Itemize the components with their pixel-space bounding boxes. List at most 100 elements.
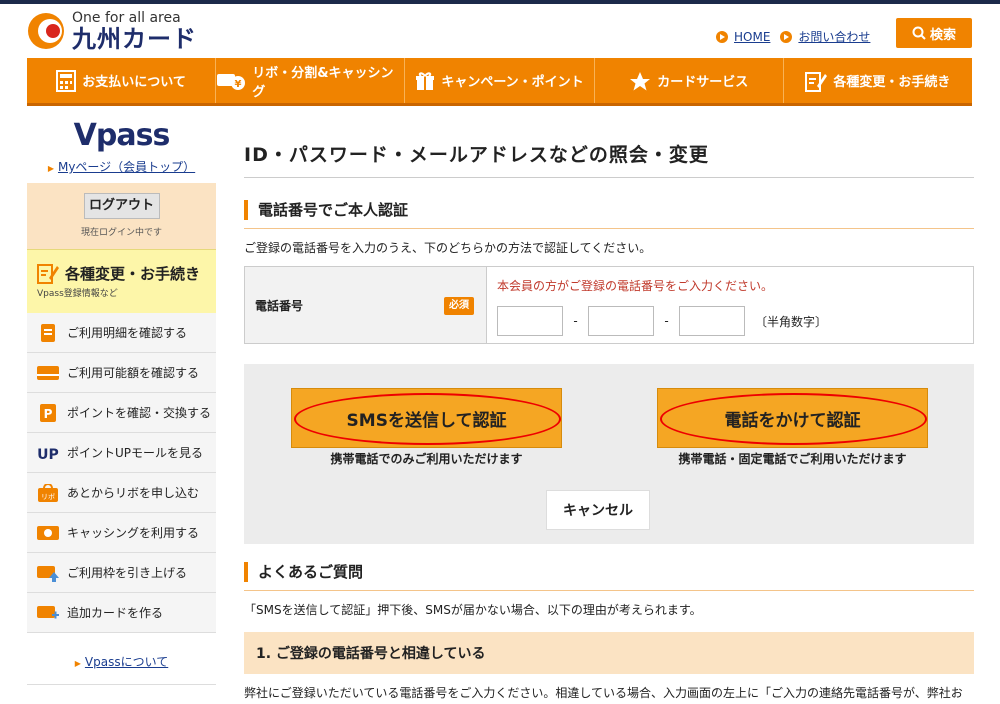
vpass-logo-text: Vpass [73,118,171,153]
revo-icon: リボ [37,483,59,502]
limit-up-icon [37,564,59,582]
highlight-ring [660,393,927,445]
edit-icon [805,71,828,92]
sidebar-item-label: 追加カードを作る [67,606,164,620]
sidebar-item-upmall[interactable]: UP ポイントUPモールを見る [27,433,216,473]
procedures-sub: Vpass登録情報など [37,289,118,299]
points-icon: P [37,403,59,422]
sidebar-item-label: ご利用可能額を確認する [67,366,200,380]
arrow-circle-icon [780,30,793,43]
calculator-icon [56,69,77,92]
up-icon: UP [37,444,59,462]
sms-caption: 携帯電話でのみご利用いただけます [330,452,523,466]
faq-description: 「SMSを送信して認証」押下後、SMSが届かない場合、以下の理由が考えられます。 [244,603,702,617]
phone-label-cell: 電話番号 必須 [245,267,487,343]
logout-box: ログアウト 現在ログイン中です [27,183,216,249]
gift-icon [416,71,435,90]
call-auth-button[interactable]: 電話をかけて認証 [657,388,928,448]
global-nav: お支払いについて ¥ リボ・分割&キャッシング キャンペーン・ポイント カードサ… [27,58,972,106]
nav-campaign-label: キャンペーン・ポイント [441,75,584,90]
sidebar-item-available[interactable]: ご利用可能額を確認する [27,353,216,393]
main-content: ID・パスワード・メールアドレスなどの照会・変更 電話番号でご本人認証 ご登録の… [244,140,974,704]
sidebar-item-cashing[interactable]: キャッシングを利用する [27,513,216,553]
section-description: ご登録の電話番号を入力のうえ、下のどちらかの方法で認証してください。 [244,241,652,255]
svg-text:リボ: リボ [41,493,55,501]
sidebar-item-label: キャッシングを利用する [67,526,200,540]
nav-procedures[interactable]: 各種変更・お手続き [784,58,972,103]
sidebar: Vpass ▶ Myページ（会員トップ） ログアウト 現在ログイン中です 各種変更… [27,118,216,685]
phone-input-cell: 本会員の方がご登録の電話番号をご入力ください。 - - 〔半角数字〕 [487,267,973,343]
sidebar-item-add-card[interactable]: 追加カードを作る [27,593,216,633]
phone-input-3[interactable] [679,306,745,336]
phone-form: 電話番号 必須 本会員の方がご登録の電話番号をご入力ください。 - - 〔半角数… [244,266,974,344]
dash: - [664,314,669,328]
mypage-link-wrap: ▶ Myページ（会員トップ） [47,160,196,174]
brand-mark-icon [26,11,66,51]
sidebar-item-revo[interactable]: リボ あとからリボを申し込む [27,473,216,513]
contact-link[interactable]: お問い合わせ [798,28,870,45]
statement-icon [37,323,59,342]
arrow-circle-icon [716,30,728,43]
site-header: One for all area 九州カード HOME お問い合わせ 検索 [0,4,1000,56]
sidebar-item-label: ポイントUPモールを見る [67,446,204,460]
edit-icon [37,264,59,284]
svg-text:UP: UP [37,447,59,460]
nav-payment[interactable]: お支払いについて [27,58,217,103]
auth-box: SMSを送信して認証 携帯電話でのみご利用いただけます 電話をかけて認証 携帯電… [244,364,974,544]
section-heading: 電話番号でご本人認証 [244,200,974,220]
required-badge: 必須 [444,297,474,315]
nav-revo-label: リボ・分割&キャッシング [252,65,394,100]
sms-auth-button[interactable]: SMSを送信して認証 [291,388,562,448]
sidebar-item-label: ポイントを確認・交換する [67,406,212,420]
highlight-ring [294,393,561,445]
call-caption: 携帯電話・固定電話でご利用いただけます [678,452,907,466]
wallet-icon: ¥ [217,73,246,90]
phone-input-1[interactable] [497,306,563,336]
card-icon [37,364,59,382]
sidebar-item-label: ご利用明細を確認する [67,326,188,340]
add-card-icon [37,604,59,622]
nav-card-service[interactable]: カードサービス [595,58,784,103]
nav-revo[interactable]: ¥ リボ・分割&キャッシング [216,58,406,103]
nav-payment-label: お支払いについて [82,75,186,90]
header-links: HOME お問い合わせ [716,28,880,45]
cancel-button[interactable]: キャンセル [546,490,650,530]
procedures-box[interactable]: 各種変更・お手続き Vpass登録情報など [27,249,216,313]
search-label: 検索 [929,27,956,43]
phone-label: 電話番号 [255,298,304,313]
hankaku-note: 〔半角数字〕 [755,314,828,329]
procedures-title: 各種変更・お手続き [65,264,201,283]
dash: - [573,314,578,328]
sidebar-item-points[interactable]: P ポイントを確認・交換する [27,393,216,433]
star-icon [630,71,651,90]
cashing-icon [37,524,59,542]
about-vpass-link[interactable]: Vpassについて [85,655,168,669]
phone-note: 本会員の方がご登録の電話番号をご入力ください。 [497,279,774,293]
nav-procedures-label: 各種変更・お手続き [833,75,951,90]
faq-heading: よくあるご質問 [244,562,974,582]
search-button[interactable]: 検索 [896,18,972,48]
search-icon [912,26,926,40]
faq-item[interactable]: 1. ご登録の電話番号と相違している [244,632,974,674]
svg-text:P: P [44,407,53,421]
vpass-logo[interactable]: Vpass [27,118,216,153]
login-status: 現在ログイン中です [80,228,162,238]
sidebar-item-statement[interactable]: ご利用明細を確認する [27,313,216,353]
mypage-link[interactable]: Myページ（会員トップ） [58,160,195,174]
sidebar-item-label: あとからリボを申し込む [67,486,200,500]
nav-campaign[interactable]: キャンペーン・ポイント [405,58,595,103]
home-link[interactable]: HOME [734,30,770,44]
brand-logo[interactable]: One for all area 九州カード [26,10,197,52]
page-title: ID・パスワード・メールアドレスなどの照会・変更 [244,140,974,178]
brand-main: 九州カード [72,25,197,53]
faq-answer: 弊社にご登録いただいている電話番号をご入力ください。相違している場合、入力画面の… [244,686,963,700]
phone-input-2[interactable] [588,306,654,336]
about-vpass-wrap: ▶ Vpassについて [27,653,216,685]
sidebar-item-limit-up[interactable]: ご利用枠を引き上げる [27,553,216,593]
section-divider [244,228,974,229]
nav-card-service-label: カードサービス [657,75,749,90]
logout-button[interactable]: ログアウト [83,193,160,219]
faq-divider [244,590,974,591]
sidebar-item-label: ご利用枠を引き上げる [67,566,188,580]
svg-text:¥: ¥ [235,79,242,90]
